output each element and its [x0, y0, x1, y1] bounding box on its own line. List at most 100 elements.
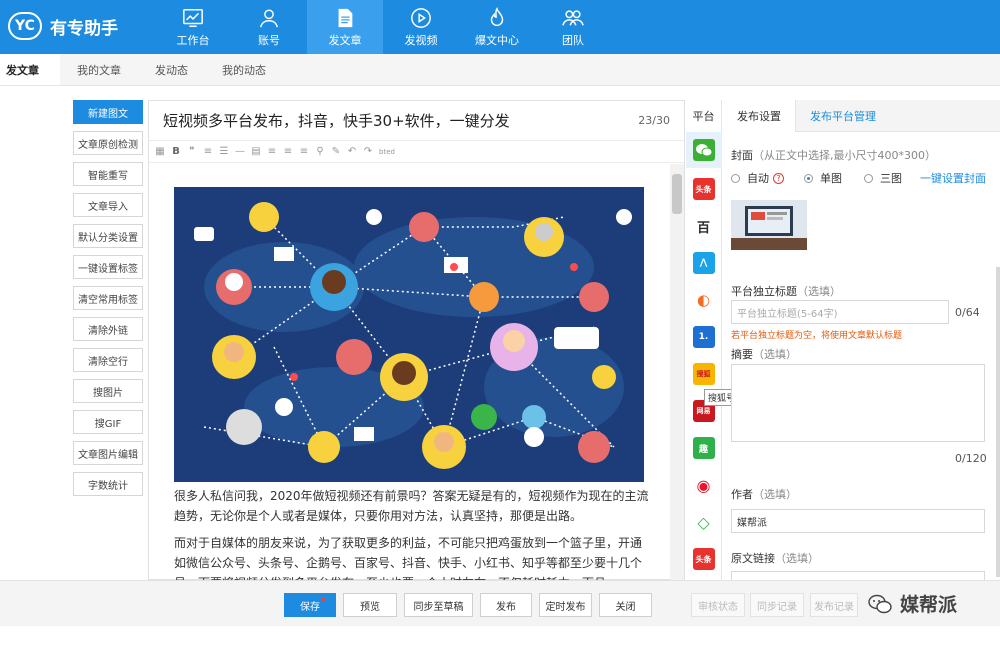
tab-platform-management[interactable]: 发布平台管理 — [796, 100, 890, 132]
author-input[interactable]: 媒帮派 — [731, 509, 985, 533]
editor-toolbar: ▦ B ❞ ≡ ☰ — ▤ ≡ ≡ ≡ ⚲ ✎ ↶ ↷ bted — [149, 141, 684, 163]
article-editor: 短视频多平台发布，抖音，快手30+软件，一键分发 23/30 ▦ B ❞ ≡ ☰… — [148, 100, 685, 580]
dashboard-icon — [183, 8, 203, 27]
radio-triple[interactable] — [864, 173, 873, 183]
originality-check-button[interactable]: 文章原创检测 — [73, 131, 143, 155]
app-logo[interactable]: YC 有专助手 — [8, 12, 118, 40]
cover-options: 自动 ? 单图 三图 一键设置封面 — [731, 170, 986, 186]
nav-article[interactable]: 发文章 — [307, 0, 383, 54]
horizontal-rule-icon[interactable]: — — [235, 146, 245, 157]
nav-hot[interactable]: 爆文中心 — [459, 0, 535, 54]
set-cover-link[interactable]: 一键设置封面 — [920, 170, 986, 186]
article-paragraph: 而对于自媒体的朋友来说，为了获取更多的利益，不可能只把鸡蛋放到一个篮子里，开通如… — [174, 536, 643, 580]
align-center-icon[interactable]: ≡ — [283, 146, 293, 157]
platform-wechat[interactable] — [686, 132, 722, 168]
dayu-icon[interactable]: ⋀ — [692, 252, 715, 274]
nav-account[interactable]: 账号 — [231, 0, 307, 54]
baijia-icon[interactable]: 百 — [692, 215, 715, 237]
top-bar: YC 有专助手 工作台 账号 发文章 发视频 爆文中心 团队 — [0, 0, 1000, 54]
author-label: 作者（选填） — [731, 488, 797, 501]
editor-scrollbar[interactable] — [670, 164, 684, 580]
align-right-icon[interactable]: ≡ — [299, 146, 309, 157]
publish-log-button[interactable]: 发布记录 — [810, 593, 858, 617]
subtab-my-posts[interactable]: 我的动态 — [205, 54, 283, 85]
save-button[interactable]: 保存 — [284, 593, 336, 617]
subtab-my-articles[interactable]: 我的文章 — [60, 54, 138, 85]
scheduled-publish-button[interactable]: 定时发布 — [539, 593, 592, 617]
cover-thumbnail[interactable] — [731, 200, 807, 250]
main-nav: 工作台 账号 发文章 发视频 爆文中心 团队 — [155, 0, 611, 54]
settings-scrollbar[interactable] — [996, 267, 1000, 577]
qutoutiao-icon[interactable]: 趣 — [692, 437, 715, 459]
radio-triple-label: 三图 — [880, 172, 902, 185]
weibo-icon[interactable]: ◉ — [692, 474, 715, 496]
html-icon[interactable]: ▦ — [155, 146, 165, 157]
bold-icon[interactable]: B — [171, 146, 181, 157]
social-network-illustration — [174, 187, 644, 482]
bilibili-icon[interactable]: ◇ — [692, 511, 715, 533]
publish-settings-panel: 发布设置 发布平台管理 封面（从正文中选择,最小尺寸400*300） 自动 ? … — [723, 100, 1000, 580]
edit-images-button[interactable]: 文章图片编辑 — [73, 441, 143, 465]
table-icon[interactable]: ▤ — [251, 146, 261, 157]
settings-tabs: 发布设置 发布平台管理 — [723, 100, 1000, 132]
redo-icon[interactable]: ↷ — [363, 146, 373, 157]
new-article-button[interactable]: 新建图文 — [73, 100, 143, 124]
tab-publish-settings[interactable]: 发布设置 — [723, 100, 796, 132]
subtab-publish-article[interactable]: 发文章 — [0, 54, 60, 85]
nav-team[interactable]: 团队 — [535, 0, 611, 54]
nav-video[interactable]: 发视频 — [383, 0, 459, 54]
sync-draft-button[interactable]: 同步至草稿 — [404, 593, 473, 617]
radio-single-label: 单图 — [820, 172, 842, 185]
radio-single[interactable] — [804, 173, 813, 183]
title-input[interactable]: 短视频多平台发布，抖音，快手30+软件，一键分发 — [163, 110, 638, 131]
search-image-button[interactable]: 搜图片 — [73, 379, 143, 403]
summary-count: 0/120 — [955, 452, 987, 465]
word-count-button[interactable]: 字数统计 — [73, 472, 143, 496]
subtitle-input[interactable]: 平台独立标题(5-64字) — [731, 300, 949, 324]
clear-format-icon[interactable]: ✎ — [331, 146, 341, 157]
subtitle-warning: 若平台独立标题为空，将使用文章默认标题 — [731, 331, 903, 341]
set-tags-button[interactable]: 一键设置标签 — [73, 255, 143, 279]
review-status-button[interactable]: 审核状态 — [691, 593, 745, 617]
preview-button[interactable]: 预览 — [343, 593, 397, 617]
close-button[interactable]: 关闭 — [599, 593, 652, 617]
subtab-publish-post[interactable]: 发动态 — [138, 54, 205, 85]
cover-label: 封面（从正文中选择,最小尺寸400*300） — [731, 149, 936, 162]
radio-auto[interactable] — [731, 173, 740, 183]
nav-label: 账号 — [258, 33, 280, 47]
find-icon[interactable]: ⚲ — [315, 146, 325, 157]
quote-icon[interactable]: ❞ — [187, 146, 197, 157]
help-icon[interactable]: ? — [773, 172, 784, 184]
summary-label: 摘要（选填） — [731, 348, 797, 361]
logo-mark: YC — [8, 12, 42, 40]
source-link-input[interactable] — [731, 571, 985, 580]
strikethrough-icon[interactable]: bted — [379, 147, 395, 157]
scrollbar-thumb[interactable] — [672, 174, 682, 214]
align-left-icon[interactable]: ≡ — [267, 146, 277, 157]
editor-content[interactable]: 很多人私信问我，2020年做短视频还有前景吗？答案无疑是有的，短视频作为现在的主… — [149, 164, 671, 580]
smart-rewrite-button[interactable]: 智能重写 — [73, 162, 143, 186]
qiehao-icon[interactable]: ◐ — [692, 289, 715, 311]
import-article-button[interactable]: 文章导入 — [73, 193, 143, 217]
user-icon — [260, 8, 278, 27]
toutiao-icon[interactable]: 头条 — [692, 178, 715, 200]
title-char-count: 23/30 — [638, 114, 670, 127]
nav-label: 发文章 — [328, 33, 362, 47]
default-category-button[interactable]: 默认分类设置 — [73, 224, 143, 248]
toutiao2-icon[interactable]: 头条 — [692, 548, 715, 570]
ordered-list-icon[interactable]: ≡ — [203, 146, 213, 157]
sync-log-button[interactable]: 同步记录 — [750, 593, 804, 617]
sohu-icon[interactable]: 搜狐 — [692, 363, 715, 385]
clear-links-button[interactable]: 清除外链 — [73, 317, 143, 341]
nav-dashboard[interactable]: 工作台 — [155, 0, 231, 54]
undo-icon[interactable]: ↶ — [347, 146, 357, 157]
unordered-list-icon[interactable]: ☰ — [219, 146, 229, 157]
platform-list: 平台 头条 百 ⋀ ◐ 1. 搜狐 网易 趣 ◉ ◇ 头条 — [686, 100, 722, 580]
publish-button[interactable]: 发布 — [480, 593, 532, 617]
clear-tags-button[interactable]: 清空常用标签 — [73, 286, 143, 310]
search-gif-button[interactable]: 搜GIF — [73, 410, 143, 434]
sub-tabs: 发文章 我的文章 发动态 我的动态 — [0, 54, 1000, 86]
clear-blank-lines-button[interactable]: 清除空行 — [73, 348, 143, 372]
summary-textarea[interactable] — [731, 364, 985, 442]
yidian-icon[interactable]: 1. — [692, 326, 715, 348]
